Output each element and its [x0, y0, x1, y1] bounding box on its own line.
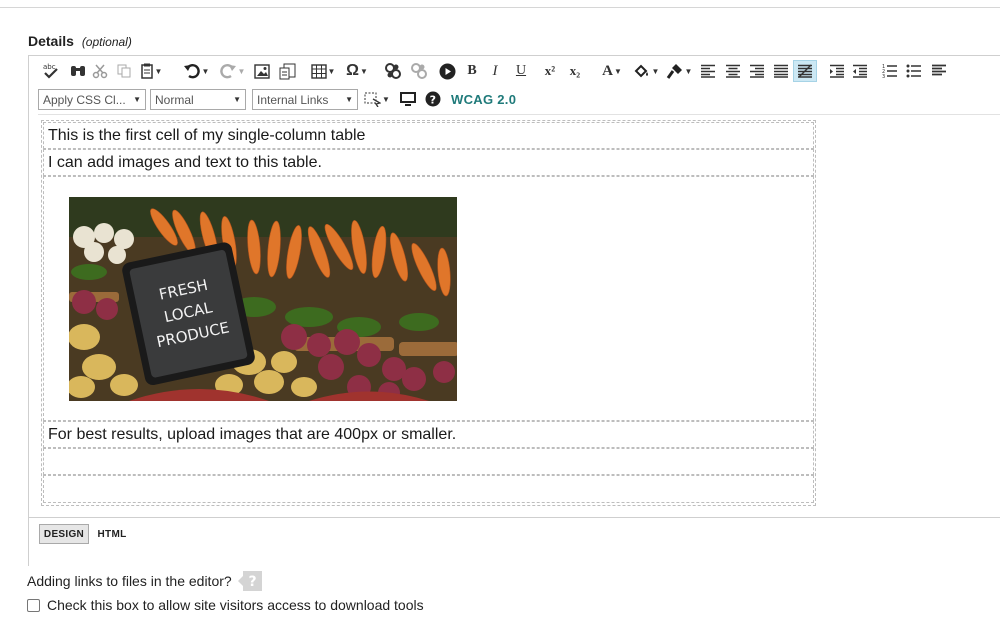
download-tools-checkbox[interactable] — [27, 598, 40, 612]
html-mode-tab[interactable]: HTML — [95, 524, 129, 544]
italic-button[interactable]: I — [486, 60, 504, 82]
justify-none-icon[interactable] — [793, 60, 817, 82]
css-class-select[interactable]: Apply CSS Cl... ▼ — [38, 89, 146, 110]
indent-icon[interactable] — [827, 60, 847, 82]
help-tooltip-glyph: ? — [248, 574, 256, 590]
outdent-icon[interactable] — [850, 60, 870, 82]
editor-toolbar: abc ▼ ▼ ▼ ▼ Ω ▼ B I U x² x₂ A ▼ ▼ ▼ 1 2 … — [30, 57, 1000, 114]
svg-text:3: 3 — [882, 74, 885, 79]
bulleted-list-icon[interactable] — [904, 60, 924, 82]
insert-symbol-icon[interactable]: Ω ▼ — [342, 60, 372, 82]
find-binoculars-icon[interactable] — [68, 60, 88, 82]
spell-check-icon[interactable]: abc — [41, 60, 61, 82]
paragraph-format-select[interactable]: Normal ▼ — [150, 89, 246, 110]
produce-photo[interactable]: FRESH LOCAL PRODUCE — [69, 197, 457, 401]
align-right-icon[interactable] — [747, 60, 767, 82]
rich-text-editor: abc ▼ ▼ ▼ ▼ Ω ▼ B I U x² x₂ A ▼ ▼ ▼ 1 2 … — [28, 55, 1000, 566]
redo-icon[interactable]: ▼ — [218, 60, 246, 82]
paragraph-format-value: Normal — [155, 92, 194, 107]
insert-snippet-icon[interactable]: ▼ — [363, 88, 391, 110]
document-manager-icon[interactable] — [277, 60, 297, 82]
preview-monitor-icon[interactable] — [398, 88, 418, 110]
insert-media-icon[interactable] — [437, 60, 457, 82]
design-mode-tab[interactable]: DESIGN — [39, 524, 89, 544]
insert-image-icon[interactable] — [253, 60, 271, 82]
format-painter-icon[interactable]: ▼ — [664, 60, 694, 82]
back-color-icon[interactable]: ▼ — [631, 60, 661, 82]
copy-icon[interactable] — [115, 60, 133, 82]
table-row[interactable] — [43, 448, 814, 475]
internal-links-value: Internal Links — [257, 92, 329, 107]
fore-color-label: A — [602, 62, 613, 79]
download-tools-row: Check this box to allow site visitors ac… — [27, 597, 424, 613]
numbered-list-icon[interactable]: 123 — [880, 60, 900, 82]
links-help-row: Adding links to files in the editor? ? — [27, 571, 262, 591]
svg-text:?: ? — [430, 94, 436, 107]
remove-link-icon[interactable] — [408, 60, 430, 82]
bold-button[interactable]: B — [463, 60, 481, 82]
align-center-icon[interactable] — [723, 60, 743, 82]
css-class-value: Apply CSS Cl... — [43, 92, 126, 107]
superscript-button[interactable]: x² — [540, 60, 560, 82]
editor-mode-bar: DESIGN HTML — [29, 517, 1000, 566]
field-label-qualifier: (optional) — [81, 35, 132, 49]
cut-icon[interactable] — [91, 60, 109, 82]
symbol-label: Ω — [346, 62, 359, 79]
help-question-icon[interactable]: ? — [424, 88, 442, 110]
underline-button[interactable]: U — [512, 60, 530, 82]
insert-table-icon[interactable]: ▼ — [309, 60, 337, 82]
field-label: Details (optional) — [28, 33, 132, 49]
paragraph-format-icon[interactable] — [929, 60, 949, 82]
content-table: This is the first cell of my single-colu… — [41, 120, 816, 506]
field-label-text: Details — [28, 33, 74, 49]
table-row[interactable]: I can add images and text to this table. — [43, 149, 814, 176]
fore-color-button[interactable]: A ▼ — [597, 60, 627, 82]
top-divider — [0, 7, 1000, 8]
links-help-text: Adding links to files in the editor? — [27, 573, 232, 589]
svg-text:abc: abc — [43, 63, 56, 71]
undo-icon[interactable]: ▼ — [182, 60, 210, 82]
table-row[interactable]: This is the first cell of my single-colu… — [43, 122, 814, 149]
paste-icon[interactable]: ▼ — [138, 60, 164, 82]
align-left-icon[interactable] — [698, 60, 718, 82]
subscript-button[interactable]: x₂ — [565, 60, 585, 82]
wcag-check-button[interactable]: WCAG 2.0 — [451, 92, 516, 107]
internal-links-select[interactable]: Internal Links ▼ — [252, 89, 358, 110]
editor-content-area[interactable]: This is the first cell of my single-colu… — [38, 114, 1000, 516]
table-row[interactable]: For best results, upload images that are… — [43, 421, 814, 448]
hyperlink-manager-icon[interactable] — [382, 60, 404, 82]
table-row[interactable] — [43, 475, 814, 503]
help-tooltip-icon[interactable]: ? — [237, 571, 262, 591]
download-tools-label[interactable]: Check this box to allow site visitors ac… — [47, 597, 424, 613]
justify-icon[interactable] — [771, 60, 791, 82]
